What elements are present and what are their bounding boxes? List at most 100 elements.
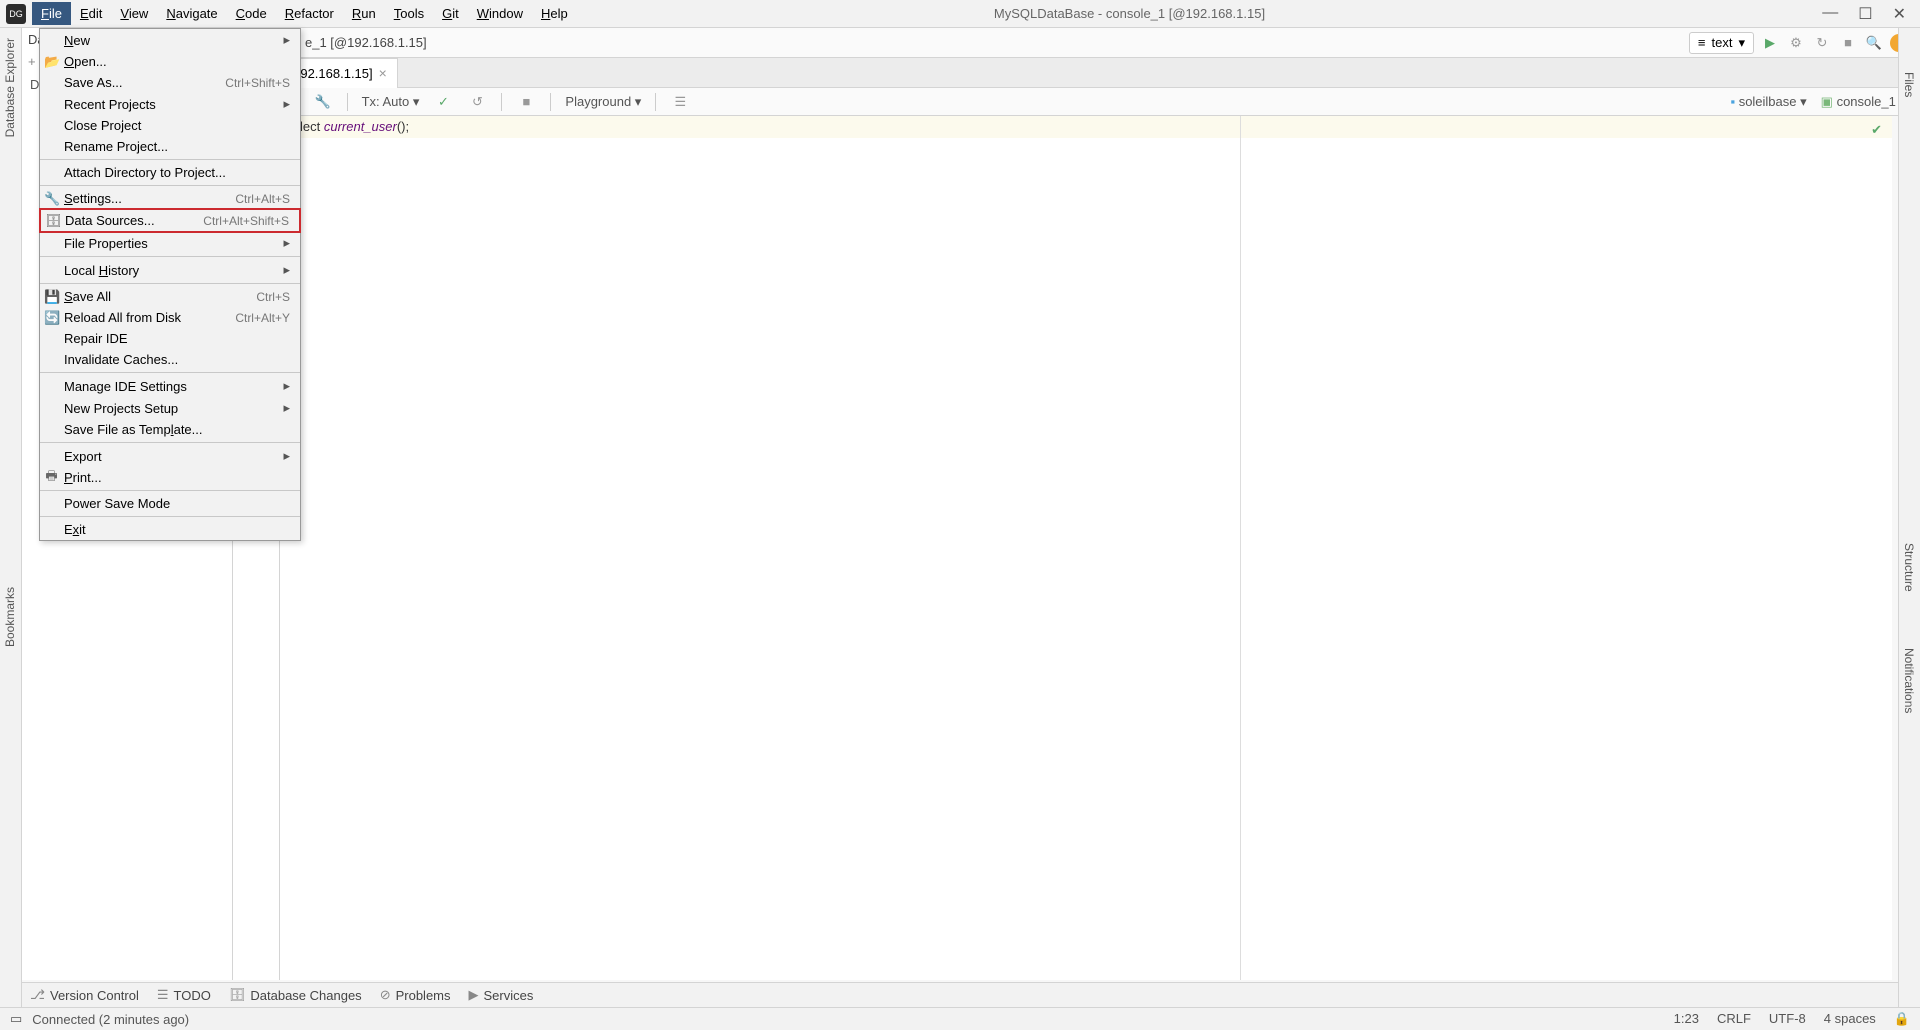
stop-query-icon[interactable]: ■	[516, 92, 536, 112]
console-dropdown[interactable]: ▣ console_1 ▾	[1821, 94, 1906, 110]
tx-dropdown[interactable]: Tx: Auto ▾	[362, 94, 420, 110]
menu-item-label: File Properties	[64, 236, 148, 251]
wrench-icon: 🔧	[44, 191, 59, 207]
print-icon: 🖶	[44, 467, 59, 489]
submenu-arrow-icon: ▸	[283, 448, 290, 464]
console-label: console_1	[1837, 94, 1896, 109]
bottom-tab-label: Problems	[396, 988, 451, 1003]
menu-tools[interactable]: Tools	[385, 2, 433, 25]
menu-edit[interactable]: Edit	[71, 2, 111, 25]
rollback-icon[interactable]: ↺	[467, 92, 487, 112]
menu-item-label: Invalidate Caches...	[64, 352, 178, 367]
menu-item-recent-projects[interactable]: Recent Projects▸	[40, 93, 300, 115]
menu-item-new-projects-setup[interactable]: New Projects Setup▸	[40, 397, 300, 419]
submenu-arrow-icon: ▸	[283, 378, 290, 394]
menu-item-save-as-[interactable]: Save As...Ctrl+Shift+S	[40, 72, 300, 93]
menu-item-print-[interactable]: 🖶 Print...	[40, 467, 300, 488]
menu-item-label: Manage IDE Settings	[64, 379, 187, 394]
menu-item-power-save-mode[interactable]: Power Save Mode	[40, 493, 300, 514]
menu-git[interactable]: Git	[433, 2, 468, 25]
menu-item-label: Exit	[64, 522, 86, 537]
lock-icon[interactable]: 🔒	[1894, 1011, 1910, 1027]
shortcut: Ctrl+Alt+Y	[235, 311, 290, 325]
bottom-tab-services[interactable]: ▶Services	[469, 987, 534, 1003]
datasource-icon: 🗄	[45, 213, 60, 229]
files-tab[interactable]: Files	[1899, 64, 1919, 105]
indent-setting[interactable]: 4 spaces	[1824, 1011, 1876, 1027]
submenu-arrow-icon: ▸	[283, 235, 290, 251]
menu-item-label: Save As...	[64, 75, 123, 90]
db-changes-icon: 🗄	[229, 987, 246, 1003]
menu-item-invalidate-caches-[interactable]: Invalidate Caches...	[40, 349, 300, 370]
bookmarks-tab[interactable]: Bookmarks	[0, 577, 20, 657]
file-encoding[interactable]: UTF-8	[1769, 1011, 1806, 1027]
playground-label: Playground	[565, 94, 631, 109]
caret-position[interactable]: 1:23	[1674, 1011, 1699, 1027]
search-button[interactable]: 🔍	[1864, 33, 1884, 53]
menu-file[interactable]: File	[32, 2, 71, 25]
menu-item-file-properties[interactable]: File Properties ▸	[40, 232, 300, 254]
menu-item-label: Print...	[64, 470, 102, 485]
bottom-tab-version-control[interactable]: ⎇Version Control	[30, 987, 139, 1003]
menu-item-new[interactable]: New▸	[40, 29, 300, 51]
menu-item-local-history[interactable]: Local History▸	[40, 259, 300, 281]
menu-run[interactable]: Run	[343, 2, 385, 25]
menu-item-manage-ide-settings[interactable]: Manage IDE Settings ▸	[40, 375, 300, 397]
code-editor[interactable]: lect current_user(); ✔	[280, 116, 1892, 980]
commit-icon[interactable]: ✓	[433, 92, 453, 112]
menu-item-label: Repair IDE	[64, 331, 128, 346]
tab-close-button[interactable]: ×	[379, 65, 387, 81]
menu-navigate[interactable]: Navigate	[157, 2, 226, 25]
menu-item-label: Close Project	[64, 118, 141, 133]
menu-refactor[interactable]: Refactor	[276, 2, 343, 25]
stop-button[interactable]: ■	[1838, 33, 1858, 53]
right-gutter: Files Structure Notifications	[1898, 28, 1920, 1007]
menu-bar: DG FileEditViewNavigateCodeRefactorRunTo…	[0, 0, 1920, 28]
menu-item-repair-ide[interactable]: Repair IDE	[40, 328, 300, 349]
structure-tab[interactable]: Structure	[1899, 535, 1919, 600]
menu-view[interactable]: View	[111, 2, 157, 25]
menu-item-attach-directory-to-project-[interactable]: Attach Directory to Project...	[40, 162, 300, 183]
menu-item-reload-all-from-disk[interactable]: 🔄Reload All from DiskCtrl+Alt+Y	[40, 307, 300, 328]
minimize-button[interactable]: —	[1822, 4, 1838, 24]
menu-item-close-project[interactable]: Close Project	[40, 115, 300, 136]
menu-item-save-all[interactable]: 💾Save AllCtrl+S	[40, 286, 300, 307]
schema-dropdown[interactable]: ▪ soleilbase ▾	[1730, 94, 1806, 110]
menu-item-data-sources-[interactable]: 🗄Data Sources...Ctrl+Alt+Shift+S	[39, 208, 301, 233]
add-button[interactable]: +	[28, 54, 36, 70]
maximize-button[interactable]: ☐	[1858, 4, 1872, 24]
menu-code[interactable]: Code	[227, 2, 276, 25]
menu-item-label: Local History	[64, 263, 139, 278]
menu-item-label: Data Sources...	[65, 213, 155, 228]
menu-item-label: Recent Projects	[64, 97, 156, 112]
editor-line[interactable]: lect current_user();	[280, 116, 1892, 138]
wrench-icon[interactable]: 🔧	[313, 92, 333, 112]
menu-item-rename-project-[interactable]: Rename Project...	[40, 136, 300, 157]
menu-item-label: Power Save Mode	[64, 496, 170, 511]
view-options-icon[interactable]: ☰	[670, 92, 690, 112]
run-button[interactable]: ▶	[1760, 33, 1780, 53]
menu-item-save-file-as-template-[interactable]: Save File as Template...	[40, 419, 300, 440]
playground-dropdown[interactable]: Playground ▾	[565, 94, 641, 110]
menu-item-exit[interactable]: Exit	[40, 519, 300, 540]
menu-item-label: New	[64, 33, 90, 48]
rerun-button[interactable]: ↻	[1812, 33, 1832, 53]
debug-button[interactable]: ⚙	[1786, 33, 1806, 53]
status-bar-icon[interactable]: ▭	[10, 1011, 22, 1027]
notifications-tab[interactable]: Notifications	[1899, 640, 1919, 721]
menu-item-open-[interactable]: 📂Open...	[40, 51, 300, 72]
bottom-tab-database-changes[interactable]: 🗄Database Changes	[229, 987, 362, 1003]
output-format-dropdown[interactable]: ≡ text ▾	[1689, 32, 1754, 54]
close-button[interactable]: ✕	[1893, 4, 1906, 24]
line-separator[interactable]: CRLF	[1717, 1011, 1751, 1027]
bottom-tab-todo[interactable]: ☰TODO	[157, 987, 211, 1003]
reload-icon: 🔄	[44, 310, 59, 326]
bottom-tab-problems[interactable]: ⊘Problems	[380, 987, 451, 1003]
inspection-ok-icon[interactable]: ✔	[1871, 122, 1882, 138]
menu-item-settings-[interactable]: 🔧Settings...Ctrl+Alt+S	[40, 188, 300, 209]
services-icon: ▶	[469, 987, 479, 1003]
database-explorer-tab[interactable]: Database Explorer	[0, 28, 20, 147]
menu-help[interactable]: Help	[532, 2, 577, 25]
menu-window[interactable]: Window	[468, 2, 532, 25]
menu-item-export[interactable]: Export▸	[40, 445, 300, 467]
